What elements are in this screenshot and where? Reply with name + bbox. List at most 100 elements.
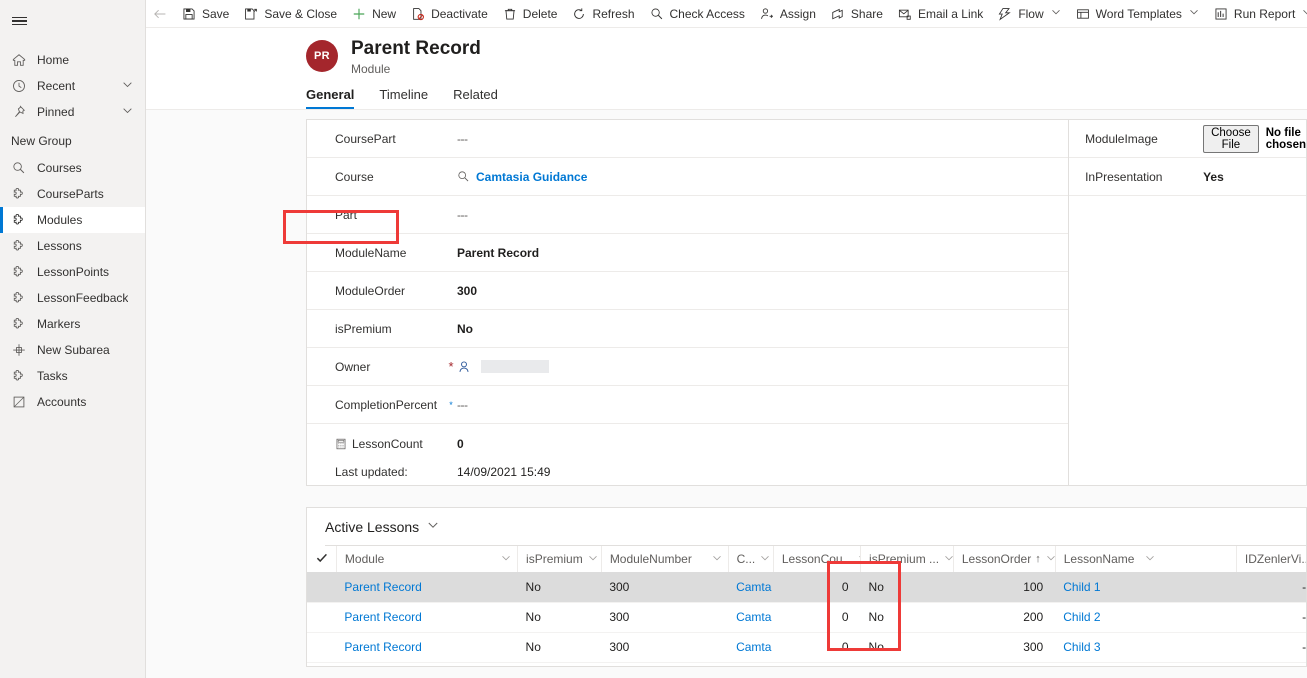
run-report-button[interactable]: Run Report: [1206, 0, 1307, 27]
new-button[interactable]: New: [344, 0, 403, 27]
field-label: LessonCount: [335, 437, 457, 451]
refresh-button[interactable]: Refresh: [564, 0, 641, 27]
site-map-toggle[interactable]: [0, 4, 40, 38]
select-all-checkbox[interactable]: [307, 546, 336, 572]
chevron-down-icon[interactable]: [427, 519, 439, 534]
chevron-down-icon[interactable]: [583, 552, 598, 566]
field-value-ispremium[interactable]: No: [457, 322, 473, 336]
cell-module[interactable]: Parent Record: [336, 572, 518, 602]
sidebar-item-lessonpoints[interactable]: LessonPoints: [0, 259, 145, 285]
assign-button[interactable]: Assign: [752, 0, 823, 27]
chevron-down-icon[interactable]: [707, 552, 722, 566]
sidebar-item-courses[interactable]: Courses: [0, 155, 145, 181]
refresh-icon: [571, 6, 587, 22]
cell-lessonname[interactable]: Child 3: [1055, 632, 1236, 662]
cell-c[interactable]: Camta: [728, 572, 774, 602]
save-and-close-button[interactable]: Save & Close: [236, 0, 344, 27]
cell-lessonname[interactable]: Child 2: [1055, 602, 1236, 632]
word-templates-button[interactable]: Word Templates: [1068, 0, 1206, 27]
sidebar-item-courseparts[interactable]: CourseParts: [0, 181, 145, 207]
clock-icon: [11, 78, 27, 94]
cell-module[interactable]: Parent Record: [336, 632, 517, 662]
field-value-inpresentation[interactable]: Yes: [1203, 170, 1224, 184]
tab-related[interactable]: Related: [453, 87, 498, 109]
choose-file-button[interactable]: Choose File: [1203, 124, 1259, 153]
row-checkbox[interactable]: [307, 572, 337, 602]
back-arrow-icon[interactable]: [152, 0, 168, 27]
deactivate-button[interactable]: Deactivate: [403, 0, 495, 27]
column-header-lessoncount[interactable]: LessonCou...: [772, 546, 861, 572]
sidebar-item-lessons[interactable]: Lessons: [0, 233, 145, 259]
cell-c[interactable]: Camta: [728, 632, 773, 662]
row-checkbox[interactable]: [307, 602, 336, 632]
course-link[interactable]: Camtasia Guidance: [476, 170, 587, 184]
file-status-text: No file chosen: [1265, 126, 1306, 151]
subgrid-header[interactable]: Active Lessons: [307, 508, 1306, 545]
field-value-completionpercent[interactable]: ---: [457, 398, 468, 412]
field-value-owner[interactable]: [457, 360, 549, 374]
sidebar-item-lessonfeedback[interactable]: LessonFeedback: [0, 285, 145, 311]
check-access-button[interactable]: Check Access: [642, 0, 752, 27]
delete-button[interactable]: Delete: [495, 0, 565, 27]
column-header-lessonname[interactable]: LessonName: [1054, 546, 1237, 572]
column-header-c[interactable]: C...: [727, 546, 774, 572]
cell-lessonname[interactable]: Child 1: [1055, 572, 1237, 602]
flow-button[interactable]: Flow: [990, 0, 1067, 27]
sidebar-item-label: Accounts: [37, 395, 87, 409]
save-button[interactable]: Save: [174, 0, 236, 27]
field-value-moduleorder[interactable]: 300: [457, 284, 477, 298]
sidebar-item-new-subarea[interactable]: New Subarea: [0, 337, 145, 363]
field-value-modulename[interactable]: Parent Record: [457, 246, 539, 260]
chevron-down-icon[interactable]: [1302, 7, 1307, 20]
sidebar-item-pinned[interactable]: Pinned: [0, 99, 145, 125]
field-value-course[interactable]: Camtasia Guidance: [457, 170, 587, 184]
sidebar-item-modules[interactable]: Modules: [0, 207, 145, 233]
chevron-down-icon[interactable]: [853, 552, 861, 566]
field-label: isPremium: [335, 321, 392, 336]
field-label: CoursePart: [335, 131, 396, 146]
field-value-part[interactable]: ---: [457, 208, 468, 222]
cell-module[interactable]: Parent Record: [336, 602, 517, 632]
email-a-link-label: Email a Link: [917, 6, 984, 21]
table-row[interactable]: Parent Record No 300 Camta 0 No 100 Chil…: [307, 572, 1306, 602]
chevron-down-icon[interactable]: [939, 552, 953, 566]
field-value-coursepart[interactable]: ---: [457, 132, 468, 146]
assign-label: Assign: [779, 6, 816, 21]
chevron-down-icon[interactable]: [122, 105, 133, 119]
cell-c[interactable]: Camta: [728, 602, 773, 632]
sidebar-item-accounts[interactable]: Accounts: [0, 389, 145, 415]
column-header-module[interactable]: Module: [335, 546, 518, 572]
table-row[interactable]: Parent Record No 300 Camta 0 No 300 Chil…: [307, 632, 1306, 662]
sidebar-item-label: LessonPoints: [37, 265, 110, 279]
lessons-grid: Module isPremium ModuleNumber C... Lesso…: [307, 546, 1306, 663]
file-picker[interactable]: Choose File No file chosen: [1203, 124, 1306, 153]
column-header-ispremium-lesson[interactable]: isPremium ...: [860, 546, 954, 572]
column-header-modulenumber[interactable]: ModuleNumber: [600, 546, 729, 572]
tab-timeline[interactable]: Timeline: [379, 87, 428, 109]
sidebar-item-label: Lessons: [37, 239, 82, 253]
sidebar-item-tasks[interactable]: Tasks: [0, 363, 145, 389]
tab-general[interactable]: General: [306, 87, 355, 109]
chevron-down-icon[interactable]: [496, 552, 511, 566]
field-label: ModuleName: [335, 245, 407, 260]
chevron-down-icon[interactable]: [1189, 7, 1199, 20]
chevron-down-icon[interactable]: [1051, 7, 1061, 20]
record-title-block: Parent Record Module: [351, 38, 481, 76]
chevron-down-icon[interactable]: [1041, 552, 1056, 566]
chevron-down-icon[interactable]: [755, 552, 770, 566]
column-header-ispremium[interactable]: isPremium: [517, 546, 602, 572]
chevron-down-icon[interactable]: [1140, 552, 1155, 566]
column-header-lessonorder[interactable]: LessonOrder ↑: [952, 546, 1056, 572]
share-button[interactable]: Share: [823, 0, 890, 27]
column-header-idzenlervideo[interactable]: IDZenlerVi...: [1235, 546, 1306, 572]
sidebar-item-markers[interactable]: Markers: [0, 311, 145, 337]
chevron-down-icon[interactable]: [122, 79, 133, 93]
table-row[interactable]: Parent Record No 300 Camta 0 No 200 Chil…: [307, 602, 1306, 632]
email-a-link-button[interactable]: Email a Link: [890, 0, 990, 27]
sidebar-item-recent[interactable]: Recent: [0, 73, 145, 99]
field-value-lessoncount: 0: [457, 437, 464, 451]
share-icon: [830, 6, 846, 22]
row-checkbox[interactable]: [307, 632, 336, 662]
column-label: LessonName: [1063, 552, 1135, 566]
sidebar-item-home[interactable]: Home: [0, 47, 145, 73]
